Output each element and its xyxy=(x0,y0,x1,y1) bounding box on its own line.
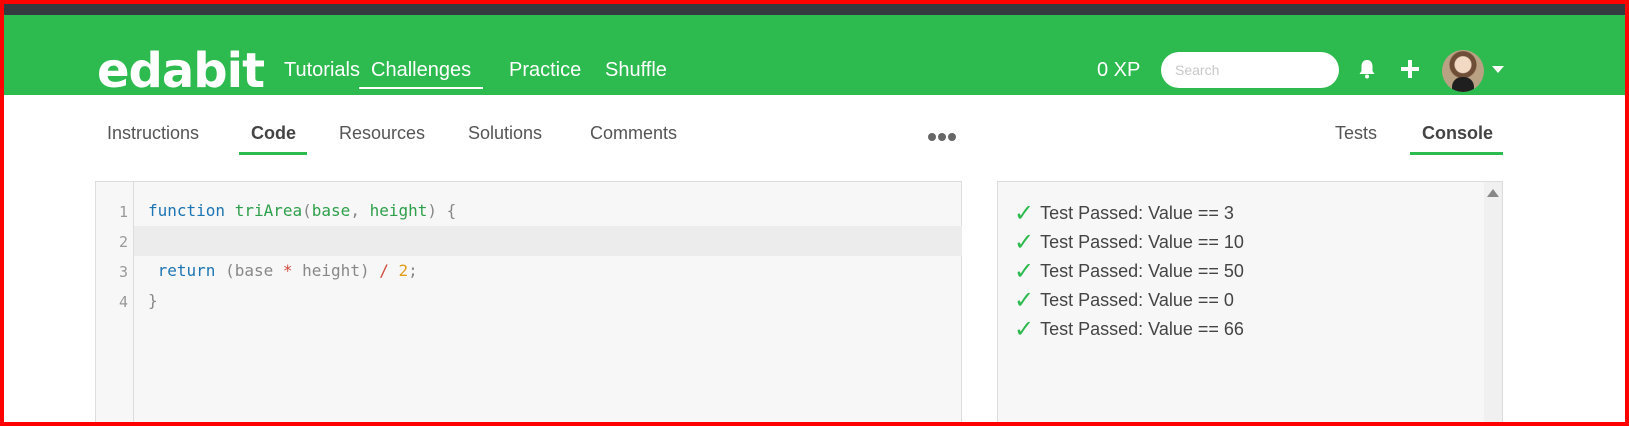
bell-icon[interactable] xyxy=(1358,59,1376,84)
code-line[interactable]: return (base * height) / 2; xyxy=(148,261,418,280)
nav-practice[interactable]: Practice xyxy=(509,59,581,82)
tab-resources[interactable]: Resources xyxy=(339,123,425,144)
test-result: ✓ Test Passed: Value == 10 xyxy=(1014,230,1244,254)
test-result-text: Test Passed: Value == 0 xyxy=(1040,289,1234,310)
test-result-text: Test Passed: Value == 10 xyxy=(1040,231,1244,252)
scroll-up-arrow-icon[interactable] xyxy=(1487,189,1499,197)
line-number: 1 xyxy=(118,203,128,221)
tab-console-underline xyxy=(1410,152,1503,155)
tab-comments[interactable]: Comments xyxy=(590,123,677,144)
tab-code[interactable]: Code xyxy=(251,123,296,144)
search-input[interactable] xyxy=(1161,52,1339,88)
test-result: ✓ Test Passed: Value == 50 xyxy=(1014,259,1244,283)
check-icon: ✓ xyxy=(1014,315,1035,343)
test-result: ✓ Test Passed: Value == 0 xyxy=(1014,288,1234,312)
test-result: ✓ Test Passed: Value == 3 xyxy=(1014,201,1234,225)
test-result: ✓ Test Passed: Value == 66 xyxy=(1014,317,1244,341)
test-result-text: Test Passed: Value == 66 xyxy=(1040,318,1244,339)
nav-tutorials[interactable]: Tutorials xyxy=(284,59,360,82)
tab-console[interactable]: Console xyxy=(1422,123,1493,144)
code-line[interactable]: function triArea(base, height) { xyxy=(148,201,456,220)
line-number-gutter: 1 2 3 4 xyxy=(96,182,134,425)
avatar[interactable] xyxy=(1442,50,1484,92)
line-number: 3 xyxy=(118,263,128,281)
top-strip xyxy=(0,0,1629,15)
check-icon: ✓ xyxy=(1014,228,1035,256)
line-number: 4 xyxy=(118,293,128,311)
check-icon: ✓ xyxy=(1014,199,1035,227)
code-line[interactable]: } xyxy=(148,291,158,310)
console-scrollbar[interactable] xyxy=(1484,182,1502,425)
test-result-text: Test Passed: Value == 3 xyxy=(1040,202,1234,223)
code-editor[interactable]: 1 2 3 4 function triArea(base, height) {… xyxy=(95,181,962,426)
check-icon: ✓ xyxy=(1014,286,1035,314)
check-icon: ✓ xyxy=(1014,257,1035,285)
xp-counter: 0 XP xyxy=(1097,59,1141,81)
tab-solutions[interactable]: Solutions xyxy=(468,123,542,144)
nav-shuffle[interactable]: Shuffle xyxy=(605,59,667,82)
chevron-down-icon[interactable] xyxy=(1492,66,1504,73)
logo[interactable]: edabit xyxy=(97,43,265,99)
active-line-highlight xyxy=(134,226,962,256)
tab-code-underline xyxy=(239,152,307,155)
test-result-text: Test Passed: Value == 50 xyxy=(1040,260,1244,281)
navbar: edabit Tutorials Challenges Practice Shu… xyxy=(0,15,1629,99)
tab-tests[interactable]: Tests xyxy=(1335,123,1377,144)
line-number: 2 xyxy=(118,233,128,251)
tab-instructions[interactable]: Instructions xyxy=(107,123,199,144)
nav-challenges[interactable]: Challenges xyxy=(359,59,484,89)
more-dots-icon[interactable] xyxy=(928,129,956,147)
plus-icon[interactable] xyxy=(1401,60,1419,83)
console-panel: ✓ Test Passed: Value == 3 ✓ Test Passed:… xyxy=(997,181,1503,426)
